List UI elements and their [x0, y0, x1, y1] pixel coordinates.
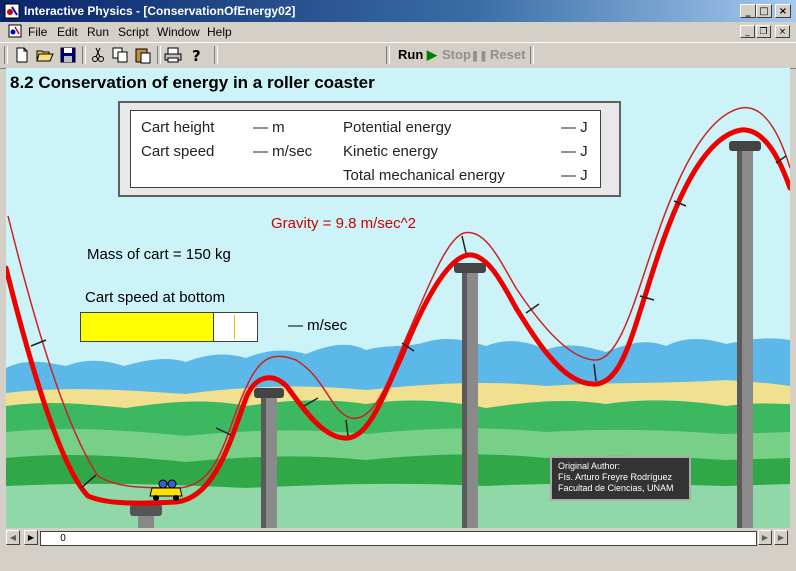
- toolbar-separator: [530, 46, 534, 64]
- help-icon[interactable]: ?: [186, 45, 206, 65]
- pillar-3-cap: [454, 263, 486, 273]
- gravity-label: Gravity = 9.8 m/sec^2: [271, 215, 417, 232]
- menu-window[interactable]: Window: [157, 25, 200, 39]
- cart-height-value: — m: [253, 119, 285, 136]
- total-energy-value: — J: [561, 167, 588, 184]
- kinetic-energy-value: — J: [561, 143, 588, 160]
- potential-energy-label: Potential energy: [343, 119, 452, 136]
- toolbar-separator: [157, 46, 161, 64]
- minimize-button[interactable]: _: [740, 4, 756, 18]
- cut-icon[interactable]: [88, 45, 108, 65]
- maximize-button[interactable]: □: [756, 4, 772, 18]
- speed-bar[interactable]: [80, 312, 258, 342]
- tape-end-right-button[interactable]: ▶: [774, 530, 788, 545]
- credit-line-1: Original Author:: [558, 461, 621, 471]
- cart-speed-value: — m/sec: [253, 143, 313, 160]
- save-icon[interactable]: [58, 45, 78, 65]
- toolbar-grip: [4, 46, 8, 64]
- menu-file[interactable]: File: [28, 25, 47, 39]
- menu-script[interactable]: Script: [118, 25, 149, 39]
- close-button[interactable]: ×: [775, 4, 791, 18]
- tape-player-bar: ◀ ▶ 0 ▶ ▶: [4, 529, 792, 547]
- pillar-1-cap: [130, 504, 162, 516]
- potential-energy-value: — J: [561, 119, 588, 136]
- toolbar: ? Run ▶ Stop❚❚ Reset: [0, 42, 796, 69]
- menu-edit[interactable]: Edit: [57, 25, 78, 39]
- energy-meter-panel: Cart height — m Cart speed — m/sec Poten…: [130, 110, 601, 188]
- app-icon: [4, 3, 20, 19]
- toolbar-separator: [386, 46, 390, 64]
- document-icon[interactable]: [8, 24, 22, 38]
- energy-meter[interactable]: Cart height — m Cart speed — m/sec Poten…: [118, 101, 621, 197]
- paste-icon[interactable]: [133, 45, 153, 65]
- step-forward-button[interactable]: ▶: [24, 530, 38, 545]
- doc-minimize-button[interactable]: _: [740, 25, 755, 38]
- speed-bar-title: Cart speed at bottom: [85, 289, 226, 306]
- pillar-3-shade: [462, 268, 467, 528]
- pause-icon: ❚❚: [470, 51, 488, 62]
- total-energy-label: Total mechanical energy: [343, 167, 505, 184]
- doc-restore-button[interactable]: ❐: [756, 25, 771, 38]
- stop-button[interactable]: Stop❚❚: [442, 47, 488, 62]
- speed-bar-marker: [234, 315, 235, 339]
- title-bar: Interactive Physics - [ConservationOfEne…: [0, 0, 796, 22]
- scroll-left-button[interactable]: ◀: [6, 530, 20, 545]
- window-bottom-edge: [0, 548, 796, 571]
- copy-icon[interactable]: [110, 45, 130, 65]
- kinetic-energy-label: Kinetic energy: [343, 143, 439, 160]
- tape-end-button[interactable]: ▶: [758, 530, 772, 545]
- pillar-2-cap: [254, 388, 284, 398]
- speed-bar-value: — m/sec: [288, 317, 348, 334]
- open-icon[interactable]: [35, 45, 55, 65]
- toolbar-separator: [214, 46, 218, 64]
- play-icon: ▶: [426, 47, 437, 62]
- menu-bar: File Edit Run Script Window Help _ ❐ ×: [0, 22, 796, 41]
- frame-counter: 0: [40, 531, 86, 546]
- cart-speed-label: Cart speed: [141, 143, 215, 160]
- toolbar-separator: [82, 46, 86, 64]
- tape-track[interactable]: [84, 531, 757, 546]
- page-title: 8.2 Conservation of energy in a roller c…: [10, 73, 375, 92]
- credit-line-3: Facultad de Ciencias, UNAM: [558, 483, 674, 493]
- run-label: Run: [398, 47, 424, 62]
- print-icon[interactable]: [163, 45, 183, 65]
- pillar-4-shade: [737, 146, 742, 528]
- svg-text:?: ?: [192, 47, 201, 65]
- run-button[interactable]: Run ▶: [398, 47, 437, 63]
- pillar-2-shade: [261, 393, 266, 528]
- menu-run[interactable]: Run: [87, 25, 109, 39]
- reset-button[interactable]: Reset: [490, 47, 525, 62]
- mass-label: Mass of cart = 150 kg: [87, 246, 231, 263]
- doc-close-button[interactable]: ×: [775, 25, 790, 38]
- menu-help[interactable]: Help: [207, 25, 232, 39]
- speed-bar-fill: [81, 313, 214, 341]
- window-title: Interactive Physics - [ConservationOfEne…: [24, 4, 296, 18]
- stop-label: Stop: [442, 47, 471, 62]
- author-credit: Original Author: Fís. Arturo Freyre Rodr…: [550, 456, 691, 501]
- cart-height-label: Cart height: [141, 119, 215, 136]
- pillar-4-cap: [729, 141, 761, 151]
- credit-line-2: Fís. Arturo Freyre Rodríguez: [558, 472, 673, 482]
- new-icon[interactable]: [12, 45, 32, 65]
